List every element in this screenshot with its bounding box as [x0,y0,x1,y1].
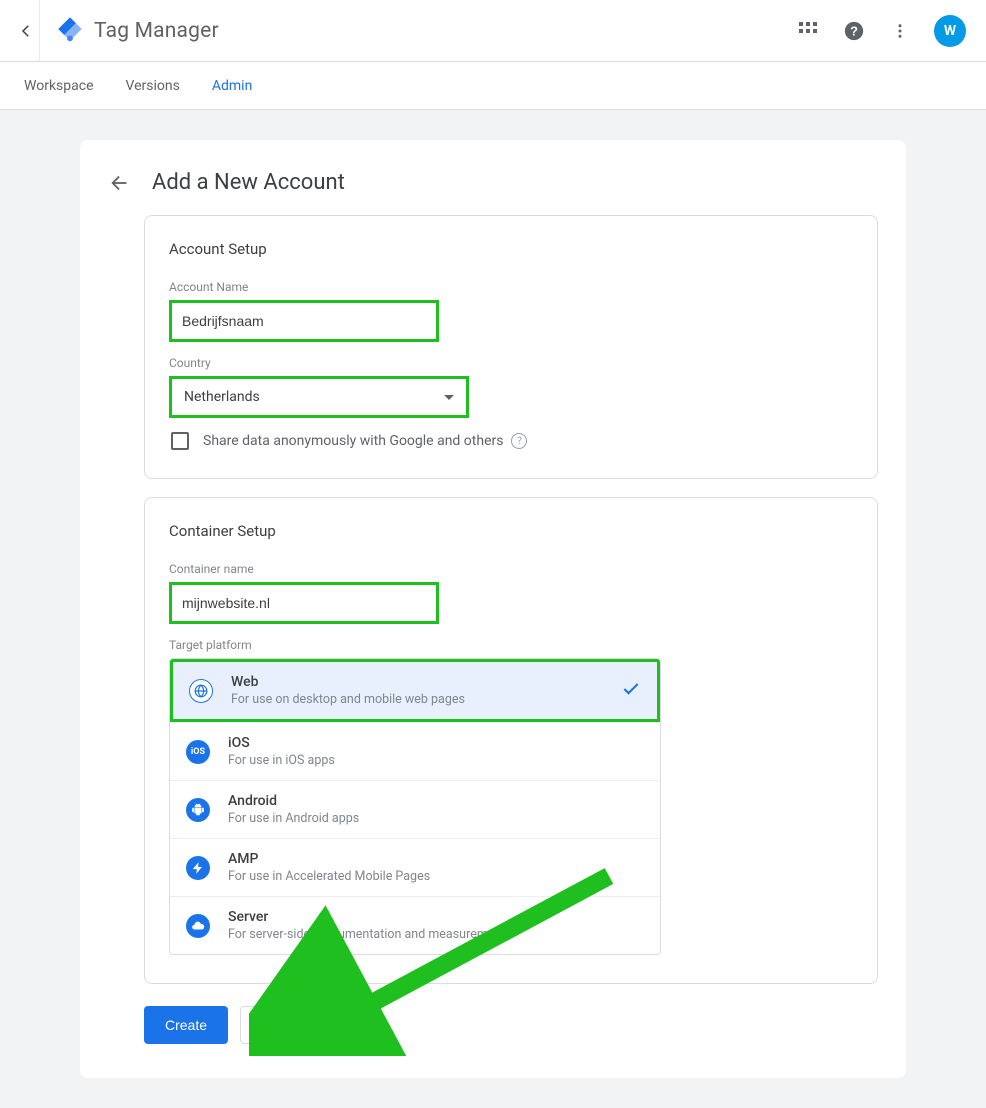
container-name-label: Container name [169,562,853,576]
platform-option-web[interactable]: Web For use on desktop and mobile web pa… [173,662,657,719]
platform-desc: For use in Android apps [228,811,359,826]
apps-icon[interactable] [796,19,820,43]
target-platform-label: Target platform [169,638,853,652]
platform-desc: For server-side instrumentation and meas… [228,927,505,942]
country-value: Netherlands [184,389,260,405]
share-data-label: Share data anonymously with Google and o… [203,433,527,449]
arrow-left-icon [17,22,35,40]
app-title: Tag Manager [94,19,219,43]
cloud-icon [186,914,210,938]
tab-versions[interactable]: Versions [126,78,180,94]
platform-option-amp[interactable]: AMP For use in Accelerated Mobile Pages [170,838,660,896]
platform-desc: For use in iOS apps [228,753,335,768]
create-button[interactable]: Create [144,1006,228,1044]
account-setup-panel: Account Setup Account Name Country Nethe… [144,215,878,479]
account-setup-title: Account Setup [169,240,853,258]
country-select[interactable]: Netherlands [172,379,466,415]
share-data-checkbox[interactable] [171,432,189,450]
tab-admin[interactable]: Admin [212,78,252,94]
header-back-button[interactable] [12,0,40,61]
page-title: Add a New Account [152,170,345,195]
android-icon [186,798,210,822]
globe-icon [189,679,213,703]
account-avatar[interactable]: W [934,15,966,47]
platform-desc: For use in Accelerated Mobile Pages [228,869,430,884]
share-data-help-icon[interactable]: ? [511,433,527,449]
more-vert-icon[interactable] [888,19,912,43]
platform-title: Server [228,909,505,925]
svg-text:?: ? [850,23,858,38]
platform-desc: For use on desktop and mobile web pages [231,692,465,707]
country-label: Country [169,356,853,370]
page-back-button[interactable] [108,171,132,195]
platform-title: AMP [228,851,430,867]
platform-option-server[interactable]: Server For server-side instrumentation a… [170,896,660,954]
platform-option-ios[interactable]: iOS iOS For use in iOS apps [170,722,660,780]
platform-title: Android [228,793,359,809]
dropdown-icon [444,395,454,400]
tag-manager-logo-icon [56,15,84,47]
platform-title: Web [231,674,465,690]
ios-icon: iOS [186,740,210,764]
container-name-input[interactable] [172,585,436,621]
tab-workspace[interactable]: Workspace [24,78,94,94]
account-name-input[interactable] [172,303,436,339]
check-icon [621,679,641,703]
help-icon[interactable]: ? [842,19,866,43]
platform-list: Web For use on desktop and mobile web pa… [169,658,661,955]
container-setup-title: Container Setup [169,522,853,540]
amp-icon [186,856,210,880]
platform-option-android[interactable]: Android For use in Android apps [170,780,660,838]
container-setup-panel: Container Setup Container name Target pl… [144,497,878,984]
cancel-button[interactable]: Cancel [240,1006,326,1044]
account-name-label: Account Name [169,280,853,294]
platform-title: iOS [228,735,335,751]
arrow-left-icon [109,172,131,194]
